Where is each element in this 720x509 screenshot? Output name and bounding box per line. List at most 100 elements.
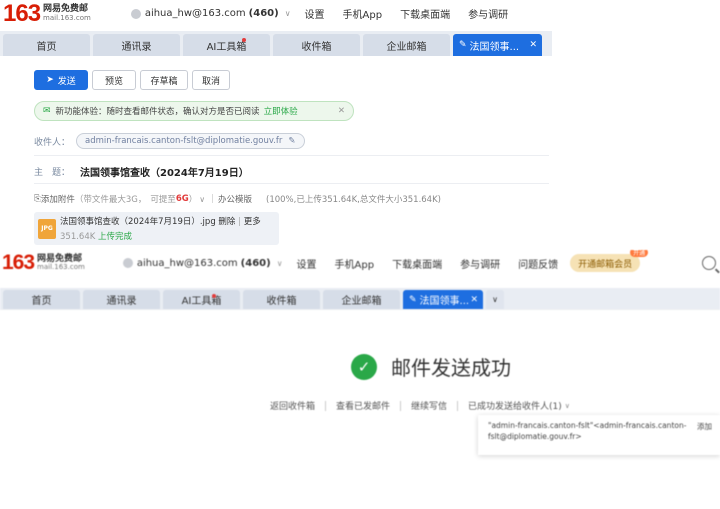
logo-163[interactable]: 163 <box>2 251 35 275</box>
attachment-name-row: 法国领事馆查收（2024年7月19日）.jpg 删除 | 更多 <box>60 215 261 227</box>
upgrade-text[interactable]: 可提至 <box>150 193 176 205</box>
divider: | <box>238 217 242 227</box>
tab-dropdown[interactable]: ∨ <box>486 290 504 309</box>
logo-163[interactable]: 163 <box>3 0 41 28</box>
tab-label: 企业邮箱 <box>341 296 382 307</box>
close-icon[interactable]: ✕ <box>529 40 537 50</box>
jpg-file-icon: JPG <box>38 218 56 239</box>
send-icon: ➤ <box>46 75 54 85</box>
divider <box>400 400 402 411</box>
tab-enterprise-mail[interactable]: 企业邮箱 <box>323 290 400 309</box>
banner-text: 新功能体验：随时查看邮件状态，确认对方是否已阅读 <box>55 107 260 117</box>
attachment-meta: 351.64K 上传完成 <box>60 230 261 242</box>
recipient-label[interactable]: 收件人： <box>34 135 70 148</box>
top-header: 163 网易免费邮 mail.163.com aihua_hw@163.com … <box>0 0 508 27</box>
tab-inbox[interactable]: 收件箱 <box>243 290 320 309</box>
survey-link[interactable]: 参与调研 <box>468 6 508 21</box>
delete-attachment-link[interactable]: 删除 <box>218 217 235 227</box>
tab-inbox[interactable]: 收件箱 <box>273 34 360 56</box>
view-sent-link[interactable]: 查看已发邮件 <box>336 399 390 412</box>
back-to-inbox-link[interactable]: 返回收件箱 <box>270 399 315 412</box>
chevron-down-icon: ∨ <box>284 9 291 18</box>
divider <box>34 155 549 156</box>
account-menu[interactable]: aihua_hw@163.com (460) ∨ <box>130 8 291 19</box>
attachment-card: JPG 法国领事馆查收（2024年7月19日）.jpg 删除 | 更多 351.… <box>34 212 279 245</box>
office-template-link[interactable]: 办公模版 <box>218 193 252 205</box>
tab-contacts[interactable]: 通讯录 <box>83 290 160 309</box>
settings-link[interactable]: 设置 <box>297 256 317 271</box>
limit-close-paren: ） <box>188 195 198 205</box>
chevron-down-icon[interactable]: ∨ <box>199 195 205 204</box>
recipient-entry: "admin-francais.canton-fslt"<admin-franc… <box>488 421 687 442</box>
logo-domain: mail.163.com <box>37 263 85 272</box>
sent-to-recipients-dropdown[interactable]: 已成功发送给收件人(1) <box>468 399 562 412</box>
tab-label: 法国领事... <box>469 41 520 53</box>
survey-link[interactable]: 参与调研 <box>460 256 500 271</box>
tab-compose-active[interactable]: ✎ 法国领事... ✕ <box>403 290 483 309</box>
compose-screen: 163 网易免费邮 mail.163.com aihua_hw@163.com … <box>0 0 555 248</box>
more-attachment-link[interactable]: 更多 <box>244 217 261 227</box>
attachment-filename: 法国领事馆查收（2024年7月19日）.jpg <box>60 217 216 227</box>
search-icon[interactable] <box>702 256 716 270</box>
new-dot <box>212 294 216 298</box>
divider: | <box>211 194 214 204</box>
save-draft-button[interactable]: 存草稿 <box>140 70 188 90</box>
tab-compose-active[interactable]: ✎ 法国领事... ✕ <box>453 34 542 56</box>
try-now-link[interactable]: 立即体验 <box>264 105 298 117</box>
vip-upgrade-button[interactable]: 开通邮箱会员 开通 <box>570 250 649 272</box>
size-limit-text: （带文件最大3G， <box>74 195 147 205</box>
feature-banner: ✉ 新功能体验：随时查看邮件状态，确认对方是否已阅读 立即体验 ✕ <box>34 101 354 121</box>
divider <box>34 183 549 184</box>
logo-text: 网易免费邮 mail.163.com <box>43 4 91 22</box>
upload-done-text: 上传完成 <box>98 232 133 242</box>
tab-label: 收件箱 <box>301 41 332 53</box>
new-dot <box>242 38 246 42</box>
tab-label: 首页 <box>31 296 52 307</box>
upload-status: (100%,已上传351.64K,总文件大小351.64K) <box>266 195 441 205</box>
mail-check-icon: ✉ <box>43 106 51 116</box>
tab-home[interactable]: 首页 <box>3 290 80 309</box>
subject-row: 主 题： 法国领事馆查收（2024年7月19日） <box>34 164 249 179</box>
add-contact-link[interactable]: 添加 <box>697 421 712 432</box>
send-success-screen: 163 网易免费邮 mail.163.com aihua_hw@163.com … <box>0 250 720 509</box>
mobile-app-link[interactable]: 手机App <box>343 6 383 21</box>
vip-label: 开通邮箱会员 <box>578 259 633 270</box>
recipient-chip[interactable]: admin-francais.canton-fslt@diplomatie.go… <box>76 133 305 149</box>
attachment-size: 351.64K <box>60 232 96 242</box>
divider <box>457 400 459 411</box>
tab-home[interactable]: 首页 <box>3 34 90 56</box>
tab-label: 通讯录 <box>106 296 137 307</box>
edit-icon: ✎ <box>288 136 296 146</box>
send-button[interactable]: ➤ 发送 <box>34 70 88 90</box>
close-icon[interactable]: ✕ <box>470 295 478 305</box>
chevron-down-icon[interactable]: ∨ <box>565 402 570 410</box>
unread-count: (460) <box>240 257 271 269</box>
cancel-button[interactable]: 取消 <box>192 70 230 90</box>
tab-contacts[interactable]: 通讯录 <box>93 34 180 56</box>
continue-writing-link[interactable]: 继续写信 <box>411 399 447 412</box>
unread-count: (460) <box>248 8 279 19</box>
top-tab-bar: 首页 通讯录 AI工具箱 收件箱 企业邮箱 ✎ 法国领事... ✕ <box>0 31 552 56</box>
limit-6g[interactable]: 6G <box>176 194 189 204</box>
desktop-download-link[interactable]: 下载桌面端 <box>400 6 450 21</box>
subject-input[interactable]: 法国领事馆查收（2024年7月19日） <box>80 164 249 179</box>
close-icon[interactable]: ✕ <box>338 106 345 116</box>
desktop-download-link[interactable]: 下载桌面端 <box>392 256 442 271</box>
composite-screenshot: 163 网易免费邮 mail.163.com aihua_hw@163.com … <box>0 0 720 509</box>
tab-label: 收件箱 <box>266 296 297 307</box>
tab-ai-tools[interactable]: AI工具箱 <box>183 34 270 56</box>
mobile-app-link[interactable]: 手机App <box>335 256 375 271</box>
tab-label: 企业邮箱 <box>386 41 427 53</box>
avatar <box>130 8 141 19</box>
tab-label: 首页 <box>36 41 57 53</box>
paperclip-icon: ⎘ <box>34 194 41 204</box>
tab-enterprise-mail[interactable]: 企业邮箱 <box>363 34 450 56</box>
recipients-popup: "admin-francais.canton-fslt"<admin-franc… <box>478 415 720 455</box>
tab-ai-tools[interactable]: AI工具箱 <box>163 290 240 309</box>
account-menu[interactable]: aihua_hw@163.com (460) ∨ <box>122 257 283 269</box>
add-attachment-link[interactable]: 添加附件 <box>41 193 75 205</box>
settings-link[interactable]: 设置 <box>305 6 325 21</box>
feedback-link[interactable]: 问题反馈 <box>518 256 558 271</box>
preview-button[interactable]: 预览 <box>92 70 136 90</box>
tab-label: AI工具箱 <box>206 41 247 53</box>
